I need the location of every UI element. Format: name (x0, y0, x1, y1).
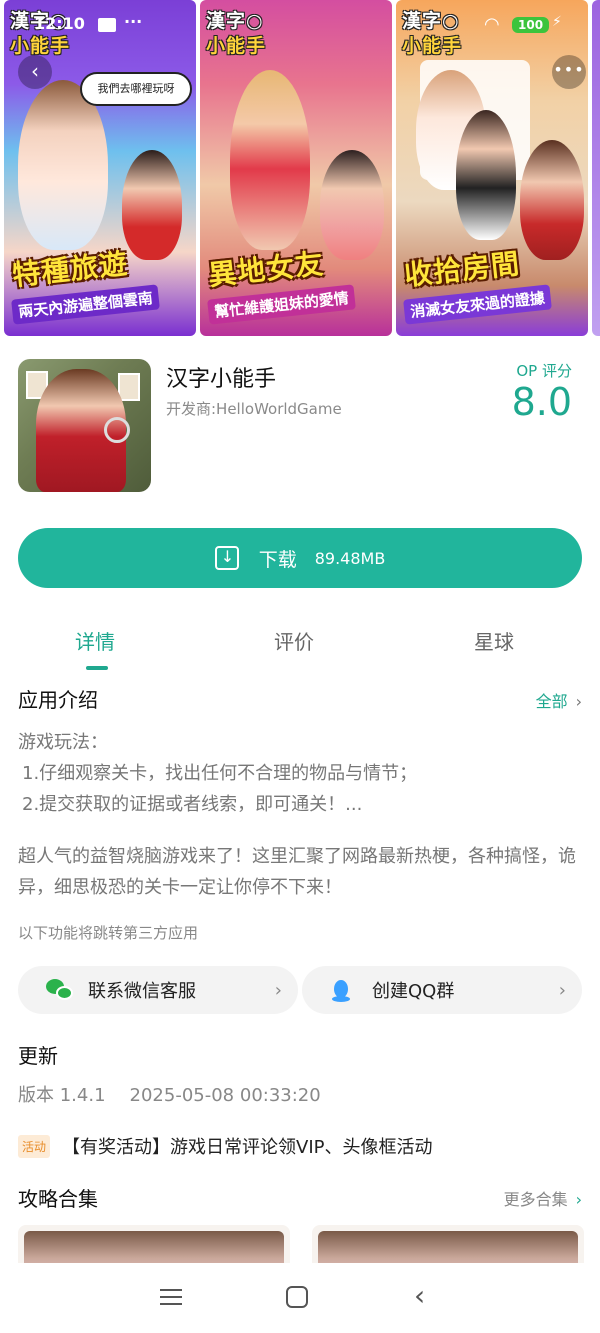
app-name: 汉字小能手 (166, 367, 277, 392)
more-notifications-icon: ··· (124, 12, 143, 31)
magnifier-icon (104, 417, 130, 443)
score-label: OP 评分 (516, 362, 572, 380)
caption-title: 收拾房間 (402, 247, 522, 292)
wifi-icon: ◠ (484, 14, 500, 35)
home-button[interactable] (286, 1286, 308, 1308)
chevron-right-icon: › (558, 979, 566, 1001)
character-illustration (456, 110, 516, 240)
speech-bubble: 我們去哪裡玩呀 (80, 72, 192, 106)
create-qq-group-button[interactable]: 创建QQ群 › (302, 966, 582, 1014)
caption-title: 特種旅遊 (10, 247, 130, 292)
more-guides-link[interactable]: 更多合集 › (504, 1186, 582, 1210)
intro-title: 应用介绍 (18, 688, 98, 712)
system-nav-bar: ‹ (0, 1263, 600, 1333)
active-tab-indicator (86, 666, 108, 670)
screenshot-2[interactable]: 漢字○ 小能手 異地女友 幫忙維護姐妹的愛情 (200, 0, 392, 336)
gameplay-step-2: 2.提交获取的证据或者线索，即可通关！... (22, 794, 363, 815)
game-logo: 漢字○ 小能手 (402, 10, 463, 57)
screenshot-4-partial[interactable] (592, 0, 600, 336)
gameplay-step-1: 1.仔细观察关卡，找出任何不合理的物品与情节； (22, 763, 418, 784)
caption-title: 異地女友 (206, 247, 326, 292)
third-party-note: 以下功能将跳转第三方应用 (18, 924, 199, 942)
score-value: 8.0 (511, 380, 572, 424)
download-icon (214, 546, 239, 570)
charging-icon: ⚡ (552, 14, 562, 30)
screenshot-gallery[interactable]: 漢字○ 小能手 我們去哪裡玩呀 特種旅遊 兩天內游遍整個雲南 漢字○ 小能手 異… (0, 0, 600, 338)
character-illustration (122, 150, 182, 260)
update-date: 2025-05-08 00:33:20 (129, 1085, 321, 1106)
system-back-button[interactable]: ‹ (414, 1279, 425, 1312)
status-time: 12:10 (34, 14, 85, 33)
back-button[interactable]: ‹ (18, 55, 52, 89)
app-icon (18, 359, 151, 492)
activity-text: 【有奖活动】游戏日常评论领VIP、头像框活动 (62, 1137, 433, 1158)
download-button[interactable]: 下载 89.48MB (18, 528, 582, 588)
character-illustration (520, 140, 584, 260)
activity-badge: 活动 (18, 1134, 51, 1158)
chevron-right-icon: › (575, 1190, 582, 1209)
tab-review[interactable]: 评价 (274, 626, 314, 655)
chevron-right-icon: › (575, 692, 582, 711)
tab-detail[interactable]: 详情 (75, 626, 115, 655)
screenshot-1[interactable]: 漢字○ 小能手 我們去哪裡玩呀 特種旅遊 兩天內游遍整個雲南 (4, 0, 196, 336)
intro-all-link[interactable]: 全部 › (536, 688, 582, 712)
screenshot-3[interactable]: 漢字○ 小能手 收拾房間 消滅女友來過的證據 (396, 0, 588, 336)
qq-label: 创建QQ群 (372, 981, 455, 1002)
all-link-label: 全部 (535, 692, 568, 711)
battery-icon: 100 (512, 17, 550, 33)
contact-wechat-button[interactable]: 联系微信客服 › (18, 966, 298, 1014)
recent-apps-button[interactable] (160, 1289, 182, 1305)
tab-planet[interactable]: 星球 (474, 626, 514, 655)
photo-icon (118, 373, 140, 401)
update-title: 更新 (18, 1044, 58, 1068)
game-logo: 漢字○ 小能手 (206, 10, 267, 57)
download-label: 下载 (258, 548, 297, 571)
more-guides-label: 更多合集 (503, 1190, 568, 1209)
app-description: 超人气的益智烧脑游戏来了！这里汇聚了网路最新热梗，各种搞怪，诡异，细思极恐的关卡… (18, 846, 576, 898)
character-illustration (320, 150, 384, 260)
screenshot-caption: 特種旅遊 兩天內游遍整個雲南 (11, 247, 190, 325)
version-info: 版本 1.4.1 2025-05-08 00:33:20 (18, 1081, 321, 1107)
qq-icon (330, 979, 358, 1002)
download-size: 89.48MB (314, 548, 386, 568)
character-illustration (230, 70, 310, 250)
tab-bar: 详情 评价 星球 (0, 622, 600, 672)
mail-notification-icon (98, 18, 116, 32)
gameplay-heading: 游戏玩法： (18, 732, 108, 753)
guides-title: 攻略合集 (18, 1187, 98, 1211)
more-options-button[interactable]: ••• (552, 55, 586, 89)
wechat-label: 联系微信客服 (88, 981, 196, 1002)
wechat-icon (46, 979, 74, 1001)
app-developer: 开发商:HelloWorldGame (166, 400, 342, 418)
screenshot-caption: 異地女友 幫忙維護姐妹的愛情 (207, 247, 386, 325)
activity-row[interactable]: 活动 【有奖活动】游戏日常评论领VIP、头像框活动 (18, 1133, 433, 1159)
screenshot-caption: 收拾房間 消滅女友來過的證據 (403, 247, 582, 325)
version-number: 版本 1.4.1 (18, 1085, 106, 1106)
chevron-right-icon: › (274, 979, 282, 1001)
